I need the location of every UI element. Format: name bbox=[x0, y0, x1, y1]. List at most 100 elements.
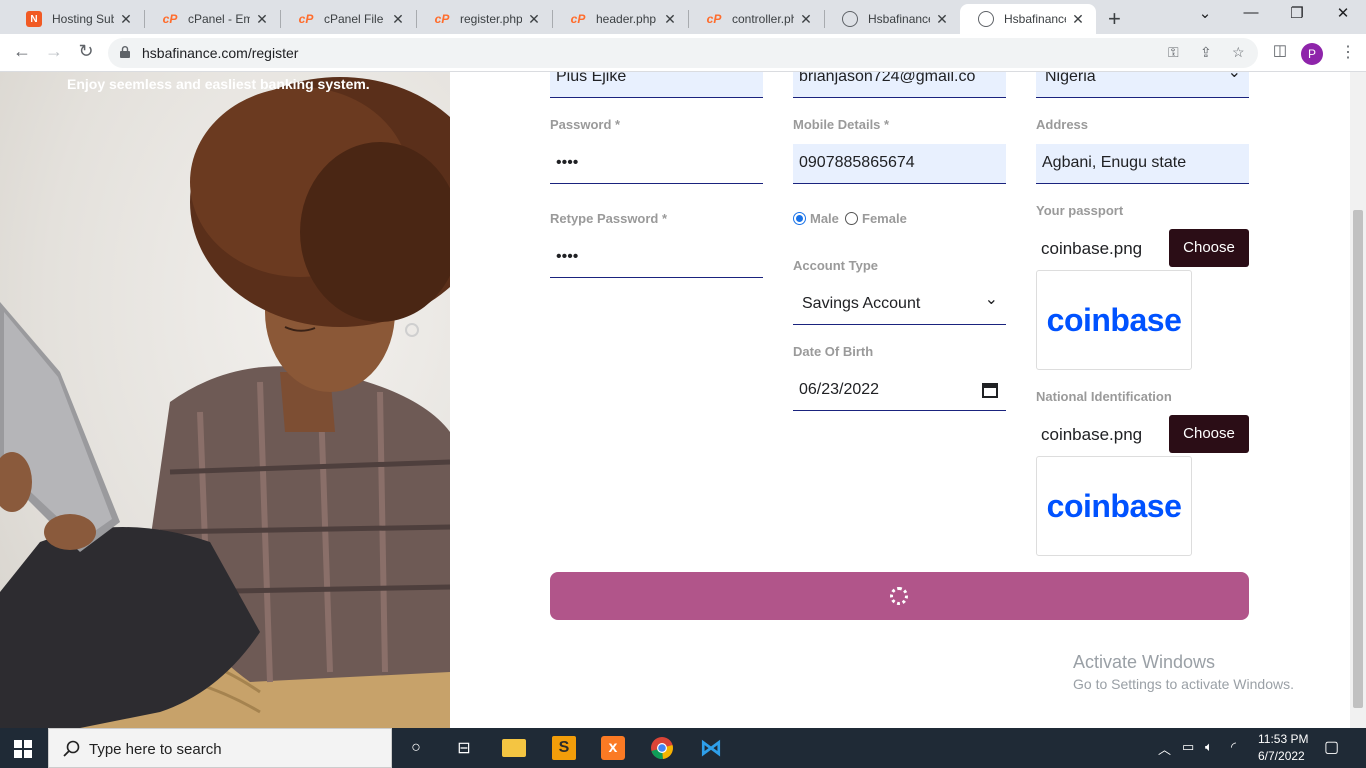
registration-form: Pius Ejike brianjason724@gmail.co Nigeri… bbox=[0, 72, 1350, 728]
lock-icon bbox=[120, 46, 130, 58]
address-bar[interactable]: hsbafinance.com/register ⚿ ⇪ ☆ bbox=[108, 38, 1258, 68]
cpanel-icon: cP bbox=[162, 12, 178, 26]
password-label: Password * bbox=[550, 117, 621, 132]
close-icon[interactable]: ✕ bbox=[934, 11, 950, 28]
minimize-icon[interactable]: — bbox=[1228, 4, 1274, 21]
tab-title: Hosting Subsc bbox=[52, 12, 114, 26]
tab-hsbafinance-admin[interactable]: Hsbafinance / ✕ bbox=[824, 4, 960, 34]
sublime-text-icon[interactable]: S bbox=[552, 736, 576, 760]
close-icon[interactable]: ✕ bbox=[118, 11, 134, 28]
loading-spinner-icon bbox=[890, 587, 908, 605]
country-select[interactable]: Nigeria bbox=[1036, 72, 1249, 98]
url-text: hsbafinance.com/register bbox=[142, 45, 299, 61]
vscode-icon[interactable]: ⋈ bbox=[699, 735, 723, 760]
page-scrollbar[interactable] bbox=[1350, 72, 1366, 728]
password-input[interactable]: •••• bbox=[550, 144, 763, 184]
national-id-label: National Identification bbox=[1036, 389, 1172, 404]
share-icon[interactable]: ⇪ bbox=[1200, 44, 1212, 61]
activate-windows-title: Activate Windows bbox=[1073, 652, 1216, 672]
tab-title: header.php - bbox=[596, 12, 658, 26]
hosting-icon: N bbox=[26, 11, 42, 27]
tab-title: cPanel File M bbox=[324, 12, 386, 26]
tab-hsbafinance-active[interactable]: Hsbafinance ✕ bbox=[960, 4, 1096, 34]
browser-toolbar: ← → ↻ hsbafinance.com/register ⚿ ⇪ ☆ ◫ P… bbox=[0, 34, 1366, 72]
xampp-icon[interactable]: x bbox=[601, 736, 625, 760]
restore-icon[interactable]: ❐ bbox=[1274, 4, 1320, 22]
tab-cpanel-email[interactable]: cP cPanel - Emai ✕ bbox=[144, 4, 280, 34]
close-icon[interactable]: ✕ bbox=[254, 11, 270, 28]
profile-avatar[interactable]: P bbox=[1301, 43, 1323, 65]
windows-start-icon[interactable] bbox=[14, 740, 32, 758]
passport-file-name: coinbase.png bbox=[1041, 239, 1143, 258]
clock-time[interactable]: 11:53 PM bbox=[1258, 732, 1308, 746]
coinbase-logo: coinbase bbox=[1046, 487, 1182, 524]
mobile-input[interactable]: 0907885865674 bbox=[793, 144, 1006, 184]
close-window-icon[interactable]: ✕ bbox=[1320, 4, 1366, 22]
tab-controller-php[interactable]: cP controller.php ✕ bbox=[688, 4, 824, 34]
volume-icon[interactable]: 🔈︎ bbox=[1205, 739, 1213, 755]
search-icon bbox=[63, 740, 80, 757]
activate-windows-subtitle: Go to Settings to activate Windows. bbox=[1073, 676, 1294, 692]
new-tab-icon[interactable]: + bbox=[1108, 6, 1121, 32]
notification-icon[interactable]: ▢ bbox=[1324, 737, 1339, 757]
tab-search-icon[interactable]: ⌄ bbox=[1182, 4, 1228, 22]
close-icon[interactable]: ✕ bbox=[526, 11, 542, 28]
retype-password-input[interactable]: •••• bbox=[550, 238, 763, 278]
email-input[interactable]: brianjason724@gmail.co bbox=[793, 72, 1006, 98]
tab-title: Hsbafinance bbox=[1004, 12, 1066, 26]
cortana-icon[interactable]: ○ bbox=[404, 736, 428, 760]
gender-female-radio[interactable]: Female bbox=[845, 211, 907, 226]
back-icon[interactable]: ← bbox=[10, 41, 34, 62]
windows-taskbar: Type here to search ○ ⊟ S x ⋈ ︿ ▭ 🔈︎ ◜ 1… bbox=[0, 728, 1366, 768]
globe-icon bbox=[842, 11, 858, 27]
cpanel-icon: cP bbox=[706, 12, 722, 26]
tab-cpanel-file-manager[interactable]: cP cPanel File M ✕ bbox=[280, 4, 416, 34]
taskbar-search-input[interactable]: Type here to search bbox=[48, 728, 392, 768]
passport-choose-button[interactable]: Choose bbox=[1169, 229, 1249, 267]
tab-title: controller.php bbox=[732, 12, 794, 26]
address-input[interactable]: Agbani, Enugu state bbox=[1036, 144, 1249, 184]
key-icon[interactable]: ⚿ bbox=[1168, 44, 1179, 61]
retype-password-label: Retype Password * bbox=[550, 211, 668, 226]
menu-dots-icon[interactable]: ⋮ bbox=[1340, 42, 1356, 62]
gender-male-radio[interactable]: Male bbox=[793, 211, 839, 226]
calendar-icon[interactable] bbox=[982, 382, 998, 398]
gender-female-label: Female bbox=[862, 211, 907, 226]
tab-title: Hsbafinance / bbox=[868, 12, 930, 26]
browser-tab-strip: N Hosting Subsc ✕ cP cPanel - Emai ✕ cP … bbox=[0, 0, 1366, 34]
radio-checked-icon bbox=[793, 212, 806, 225]
close-icon[interactable]: ✕ bbox=[390, 11, 406, 28]
cpanel-icon: cP bbox=[570, 12, 586, 26]
clock-date[interactable]: 6/7/2022 bbox=[1258, 749, 1305, 763]
coinbase-logo: coinbase bbox=[1046, 301, 1182, 338]
passport-label: Your passport bbox=[1036, 203, 1124, 218]
mobile-label: Mobile Details * bbox=[793, 117, 890, 132]
forward-icon[interactable]: → bbox=[42, 41, 66, 62]
battery-icon[interactable]: ▭ bbox=[1182, 739, 1194, 755]
radio-unchecked-icon bbox=[845, 212, 858, 225]
close-icon[interactable]: ✕ bbox=[798, 11, 814, 28]
national-id-file-name: coinbase.png bbox=[1041, 425, 1143, 444]
close-icon[interactable]: ✕ bbox=[662, 11, 678, 28]
globe-icon bbox=[978, 11, 994, 27]
wifi-icon[interactable]: ◜ bbox=[1231, 739, 1236, 755]
dob-input[interactable]: 06/23/2022 bbox=[793, 371, 1006, 411]
national-id-choose-button[interactable]: Choose bbox=[1169, 415, 1249, 453]
tab-hosting[interactable]: N Hosting Subsc ✕ bbox=[8, 4, 144, 34]
tab-register-php[interactable]: cP register.php - ✕ bbox=[416, 4, 552, 34]
bookmark-star-icon[interactable]: ☆ bbox=[1232, 44, 1245, 61]
reload-icon[interactable]: ↻ bbox=[74, 41, 98, 62]
tab-header-php[interactable]: cP header.php - ✕ bbox=[552, 4, 688, 34]
chrome-icon[interactable] bbox=[650, 736, 674, 760]
account-type-select[interactable]: Savings Account bbox=[793, 285, 1006, 325]
close-icon[interactable]: ✕ bbox=[1070, 11, 1086, 28]
submit-button[interactable] bbox=[550, 572, 1249, 620]
file-explorer-icon[interactable] bbox=[502, 739, 526, 757]
tray-chevron-icon[interactable]: ︿ bbox=[1158, 739, 1171, 758]
scroll-thumb[interactable] bbox=[1353, 210, 1363, 708]
passport-preview: coinbase bbox=[1036, 270, 1192, 370]
full-name-input[interactable]: Pius Ejike bbox=[550, 72, 763, 98]
side-panel-icon[interactable]: ◫ bbox=[1268, 41, 1292, 59]
task-view-icon[interactable]: ⊟ bbox=[452, 736, 476, 760]
page-viewport: Enjoy seemless and easliest banking syst… bbox=[0, 72, 1350, 728]
